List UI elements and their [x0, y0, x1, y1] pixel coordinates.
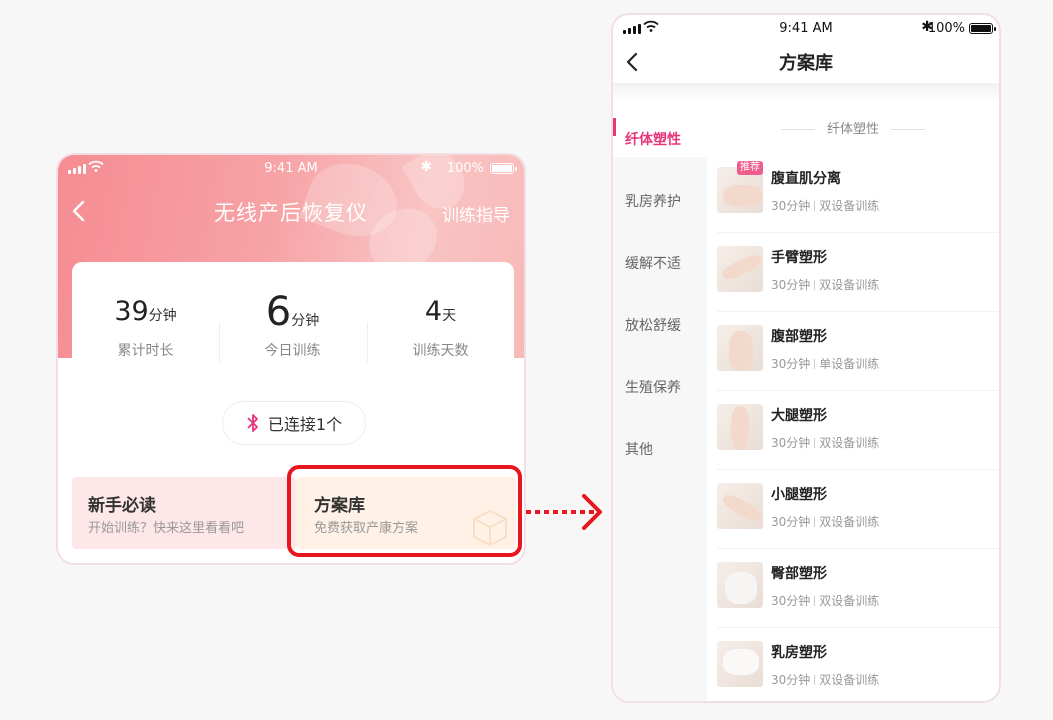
plan-item[interactable]: 手臂塑形 30分钟 双设备训练: [717, 234, 999, 312]
stat-today-training: 6分钟 今日训练: [219, 292, 366, 360]
plan-thumbnail: [717, 246, 763, 292]
bluetooth-icon: [247, 414, 258, 432]
connection-status-button[interactable]: 已连接1个: [222, 401, 366, 445]
stat-unit: 分钟: [291, 313, 320, 329]
stat-value: 6: [265, 289, 292, 335]
arrow-icon: [526, 494, 602, 530]
stat-unit: 分钟: [148, 308, 177, 324]
plan-meta: 30分钟 双设备训练: [771, 594, 880, 608]
category-other[interactable]: 其他: [625, 439, 653, 459]
plan-meta: 30分钟 双设备训练: [771, 673, 880, 687]
category-breast-care[interactable]: 乳房养护: [625, 191, 681, 211]
plan-meta: 30分钟 单设备训练: [771, 357, 880, 371]
plan-name: 乳房塑形: [771, 645, 827, 661]
stat-label: 累计时长: [117, 343, 174, 359]
stat-value: 39: [114, 296, 149, 327]
plan-item[interactable]: 臀部塑形 30分钟 双设备训练: [717, 550, 999, 628]
section-title: 纤体塑性: [707, 118, 999, 137]
plan-thumbnail: [717, 641, 763, 687]
plan-name: 大腿塑形: [771, 408, 827, 424]
category-slimming[interactable]: 纤体塑性: [625, 129, 681, 149]
plan-meta: 30分钟 双设备训练: [771, 199, 880, 213]
stat-training-days: 4天 训练天数: [367, 292, 514, 360]
card-subtitle: 开始训练？快来这里看看吧: [88, 521, 245, 536]
connection-label: 已连接1个: [267, 415, 343, 434]
plan-item[interactable]: 大腿塑形 30分钟 双设备训练: [717, 392, 999, 470]
header-divider: [613, 83, 999, 101]
battery-percent: 100%: [446, 161, 484, 176]
status-bar: 9:41 AM ✱ 100%: [613, 15, 999, 43]
status-bar: 9:41 AM ✱ 100%: [58, 155, 524, 183]
plan-thumbnail: [717, 562, 763, 608]
category-relax[interactable]: 放松舒缓: [625, 315, 681, 335]
plan-meta: 30分钟 双设备训练: [771, 515, 880, 529]
plan-meta: 30分钟 双设备训练: [771, 436, 880, 450]
highlight-frame: [287, 465, 522, 557]
plan-name: 腹部塑形: [771, 329, 827, 345]
category-relief[interactable]: 缓解不适: [625, 253, 681, 273]
card-title: 新手必读: [88, 496, 156, 516]
plan-thumbnail: [717, 483, 763, 529]
plan-item[interactable]: 推荐 腹直肌分离 30分钟 双设备训练: [717, 155, 999, 233]
plan-name: 腹直肌分离: [771, 171, 841, 187]
page-title: 方案库: [779, 53, 833, 74]
plan-name: 小腿塑形: [771, 487, 827, 503]
stat-label: 今日训练: [264, 343, 321, 359]
battery-icon: [490, 163, 517, 174]
stat-label: 训练天数: [412, 343, 469, 359]
stat-total-duration: 39分钟 累计时长: [72, 292, 219, 360]
plan-item[interactable]: 腹部塑形 30分钟 单设备训练: [717, 313, 999, 391]
plan-item[interactable]: 乳房塑形 30分钟 双设备训练: [717, 629, 999, 701]
active-indicator: [613, 118, 616, 136]
stat-value: 4: [424, 296, 443, 327]
beginner-guide-card[interactable]: 新手必读 开始训练？快来这里看看吧: [72, 477, 296, 549]
bluetooth-icon: ✱: [420, 159, 432, 175]
category-reproductive-care[interactable]: 生殖保养: [625, 377, 681, 397]
category-sidebar: 纤体塑性 乳房养护 缓解不适 放松舒缓 生殖保养 其他: [613, 101, 707, 701]
plan-name: 臀部塑形: [771, 566, 827, 582]
battery-percent: 100%: [927, 21, 965, 36]
plan-item[interactable]: 小腿塑形 30分钟 双设备训练: [717, 471, 999, 549]
plan-thumbnail: [717, 404, 763, 450]
battery-icon: [969, 23, 996, 34]
stat-unit: 天: [442, 308, 457, 324]
plan-library-screen: 9:41 AM ✱ 100% 方案库 纤体塑性 乳房养护 缓解不适 放松舒缓 生…: [611, 13, 1001, 703]
plan-name: 手臂塑形: [771, 250, 827, 266]
plan-meta: 30分钟 双设备训练: [771, 278, 880, 292]
plan-thumbnail: [717, 325, 763, 371]
recommend-badge: 推荐: [737, 161, 763, 175]
training-guide-link[interactable]: 训练指导: [442, 201, 510, 226]
